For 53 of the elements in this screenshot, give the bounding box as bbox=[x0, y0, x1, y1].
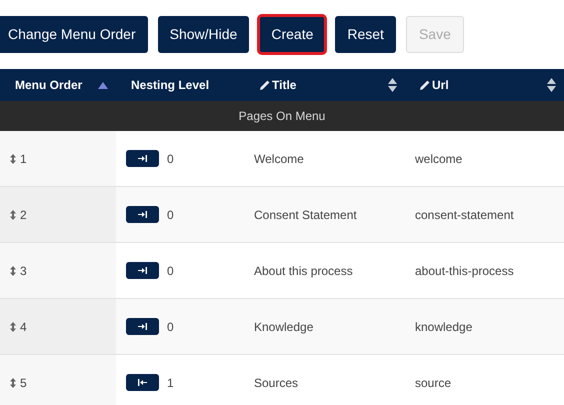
group-row: Pages On Menu bbox=[0, 101, 564, 131]
order-number: 5 bbox=[20, 374, 27, 392]
nesting-button[interactable] bbox=[126, 374, 159, 391]
url-text: source bbox=[415, 374, 452, 392]
toolbar-button[interactable]: Reset bbox=[335, 16, 396, 52]
nesting-level: 0 bbox=[167, 318, 174, 336]
nesting-button[interactable] bbox=[126, 206, 159, 223]
nesting-level: 0 bbox=[167, 262, 174, 280]
title-text: Welcome bbox=[254, 150, 304, 168]
indent-icon bbox=[138, 323, 147, 330]
sort-icon[interactable] bbox=[388, 78, 397, 92]
toolbar-button[interactable]: Show/Hide bbox=[158, 16, 250, 52]
nesting-level: 1 bbox=[167, 374, 174, 392]
drag-handle-icon[interactable] bbox=[10, 210, 16, 220]
url-text: knowledge bbox=[415, 318, 472, 336]
column-header[interactable]: Title bbox=[245, 69, 405, 101]
sort-icon[interactable] bbox=[547, 78, 556, 92]
url-text: welcome bbox=[415, 150, 462, 168]
pencil-icon bbox=[260, 80, 270, 90]
nesting-button[interactable] bbox=[126, 150, 159, 167]
indent-icon bbox=[138, 211, 147, 218]
drag-handle-icon[interactable] bbox=[10, 154, 16, 164]
toolbar-button[interactable]: Create bbox=[259, 16, 326, 52]
title-text: Sources bbox=[254, 374, 298, 392]
nesting-level: 0 bbox=[167, 150, 174, 168]
outdent-icon bbox=[138, 379, 147, 386]
nesting-level: 0 bbox=[167, 206, 174, 224]
column-header[interactable]: Nesting Level bbox=[116, 69, 245, 101]
column-title: Nesting Level bbox=[131, 77, 210, 94]
column-title: Menu Order bbox=[15, 77, 82, 94]
column-title: Title bbox=[272, 77, 296, 94]
url-text: about-this-process bbox=[415, 262, 514, 280]
column-header[interactable]: Url bbox=[405, 69, 564, 101]
column-title: Url bbox=[432, 77, 449, 94]
order-number: 4 bbox=[20, 318, 27, 336]
url-text: consent-statement bbox=[415, 206, 514, 224]
toolbar-button[interactable]: Change Menu Order bbox=[0, 16, 148, 52]
drag-handle-icon[interactable] bbox=[10, 322, 16, 332]
order-number: 1 bbox=[20, 150, 27, 168]
sort-ascending-icon[interactable] bbox=[98, 82, 108, 88]
title-text: About this process bbox=[254, 262, 353, 280]
title-text: Consent Statement bbox=[254, 206, 357, 224]
drag-handle-icon[interactable] bbox=[10, 378, 16, 388]
pencil-icon bbox=[420, 80, 430, 90]
order-number: 2 bbox=[20, 206, 27, 224]
nesting-button[interactable] bbox=[126, 262, 159, 279]
column-header[interactable]: Menu Order bbox=[0, 69, 116, 101]
drag-handle-icon[interactable] bbox=[10, 266, 16, 276]
indent-icon bbox=[138, 155, 147, 162]
order-number: 3 bbox=[20, 262, 27, 280]
title-text: Knowledge bbox=[254, 318, 314, 336]
nesting-button[interactable] bbox=[126, 318, 159, 335]
indent-icon bbox=[138, 267, 147, 274]
